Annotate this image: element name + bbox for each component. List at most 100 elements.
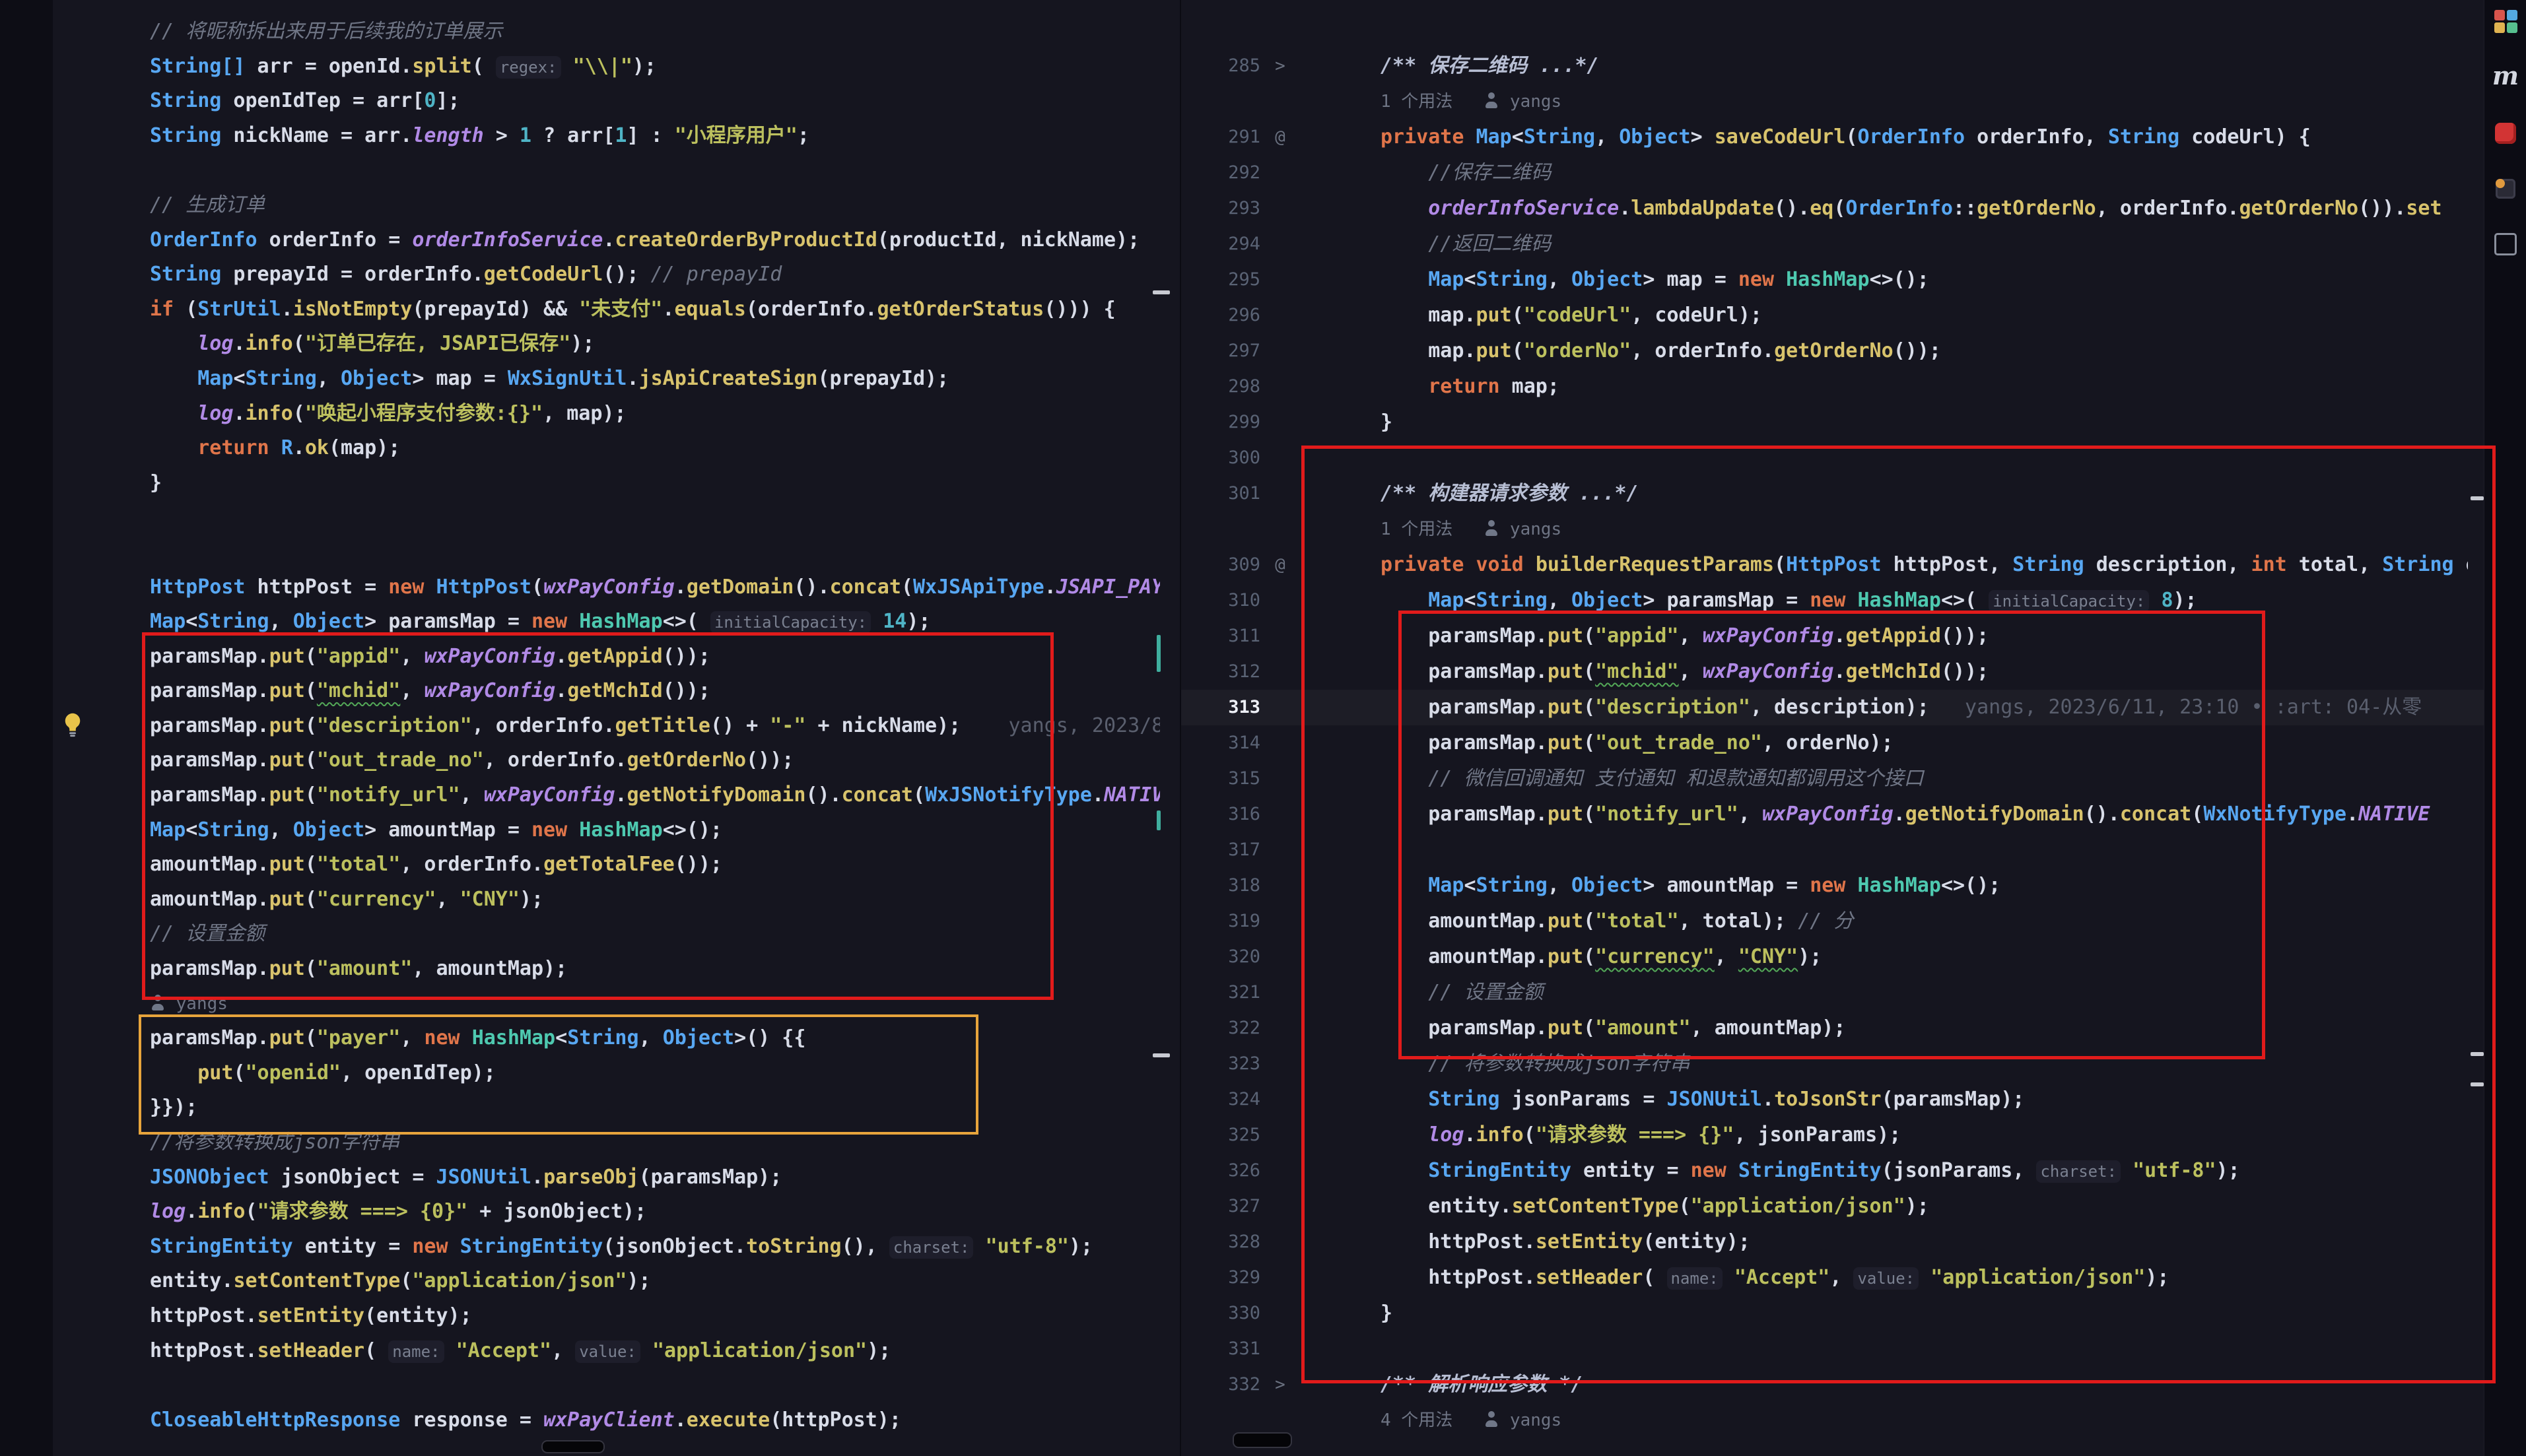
line-number[interactable]: 309 [1181,547,1260,583]
line-number[interactable]: 295 [1181,262,1260,298]
line-number[interactable]: 314 [1181,725,1260,761]
code-line[interactable]: 318 Map<String, Object> amountMap = new … [1181,868,2484,904]
code-line[interactable]: entity.setContentType("application/json"… [150,1264,1160,1299]
line-number[interactable]: 285 [1181,48,1260,84]
code-line[interactable] [150,535,1160,570]
code-line[interactable]: 331 [1181,1331,2484,1367]
code-line[interactable]: 294 //返回二维码 [1181,226,2484,262]
code-line[interactable]: 1 个用法 yangs [1181,84,2484,119]
line-number[interactable]: 331 [1181,1331,1260,1367]
code-line[interactable]: } [150,466,1160,501]
line-number[interactable]: 311 [1181,618,1260,654]
code-line[interactable]: httpPost.setEntity(entity); [150,1299,1160,1334]
code-line[interactable]: JSONObject jsonObject = JSONUtil.parseOb… [150,1160,1160,1195]
error-stripe-mark[interactable] [1153,290,1170,294]
code-line[interactable]: if (StrUtil.isNotEmpty(prepayId) && "未支付… [150,292,1160,327]
code-line[interactable]: 292 //保存二维码 [1181,155,2484,191]
line-number[interactable]: 312 [1181,654,1260,690]
code-line[interactable]: String prepayId = orderInfo.getCodeUrl()… [150,257,1160,292]
code-line[interactable]: paramsMap.put("amount", amountMap); [150,952,1160,987]
code-line[interactable]: CloseableHttpResponse response = wxPayCl… [150,1403,1160,1438]
code-line[interactable]: //将参数转换成json字符串 [150,1125,1160,1160]
code-line[interactable]: 321 // 设置金额 [1181,975,2484,1010]
code-line[interactable] [150,153,1160,188]
code-line[interactable] [150,1368,1160,1403]
code-line[interactable]: httpPost.setHeader( name: "Accept", valu… [150,1334,1160,1369]
code-line[interactable]: amountMap.put("currency", "CNY"); [150,882,1160,917]
code-line[interactable]: 301/** 构建器请求参数 ...*/ [1181,476,2484,512]
line-number[interactable]: 327 [1181,1189,1260,1224]
code-line[interactable]: 316 paramsMap.put("notify_url", wxPayCon… [1181,797,2484,832]
code-line[interactable]: 322 paramsMap.put("amount", amountMap); [1181,1010,2484,1046]
code-line[interactable]: paramsMap.put("description", orderInfo.g… [150,709,1160,744]
code-line[interactable]: 312 paramsMap.put("mchid", wxPayConfig.g… [1181,654,2484,690]
code-line[interactable]: String openIdTep = arr[0]; [150,84,1160,119]
code-line[interactable] [150,500,1160,535]
line-number[interactable]: 332 [1181,1367,1260,1403]
code-line[interactable]: Map<String, Object> amountMap = new Hash… [150,813,1160,848]
red-plugin-icon[interactable] [2494,121,2517,145]
code-line[interactable]: HttpPost httpPost = new HttpPost(wxPayCo… [150,570,1160,605]
code-line[interactable]: 329 httpPost.setHeader( name: "Accept", … [1181,1260,2484,1296]
fold-arrow-icon[interactable]: > [1260,48,1300,84]
pane-divider[interactable] [1180,0,1181,1456]
line-number[interactable]: 301 [1181,476,1260,512]
code-line[interactable]: 328 httpPost.setEntity(entity); [1181,1224,2484,1260]
code-line[interactable]: 324 String jsonParams = JSONUtil.toJsonS… [1181,1082,2484,1117]
code-line[interactable]: log.info("订单已存在, JSAPI已保存"); [150,327,1160,362]
code-line[interactable]: 313 paramsMap.put("description", descrip… [1181,690,2484,725]
error-stripe-mark[interactable] [2471,1052,2484,1056]
code-line[interactable]: 326 StringEntity entity = new StringEnti… [1181,1153,2484,1189]
intention-bulb-icon[interactable] [58,709,87,741]
line-number[interactable]: 291 [1181,119,1260,155]
left-editor-pane[interactable]: // 将昵称拆出来用于后续我的订单展示String[] arr = openId… [53,0,1180,1456]
code-line[interactable]: 319 amountMap.put("total", total); // 分 [1181,904,2484,939]
code-line[interactable]: 293 orderInfoService.lambdaUpdate().eq(O… [1181,191,2484,226]
code-line[interactable]: 291@private Map<String, Object> saveCode… [1181,119,2484,155]
code-line[interactable]: yangs [150,987,1160,1022]
line-number[interactable]: 293 [1181,191,1260,226]
code-line[interactable]: amountMap.put("total", orderInfo.getTota… [150,847,1160,882]
error-stripe-mark[interactable] [2471,1082,2484,1086]
code-line[interactable]: // 生成订单 [150,188,1160,223]
code-line[interactable]: 323 // 将参数转换成json字符串 [1181,1046,2484,1082]
code-line[interactable]: log.info("唤起小程序支付参数:{}", map); [150,397,1160,432]
code-line[interactable]: 299} [1181,405,2484,440]
code-line[interactable]: 325 log.info("请求参数 ===> {}", jsonParams)… [1181,1117,2484,1153]
code-line[interactable]: OrderInfo orderInfo = orderInfoService.c… [150,223,1160,258]
line-number[interactable]: 313 [1181,690,1260,725]
code-line[interactable]: 4 个用法 yangs [1181,1403,2484,1438]
code-line[interactable]: log.info("请求参数 ===> {0}" + jsonObject); [150,1195,1160,1230]
maven-icon[interactable]: m [2494,63,2517,87]
error-stripe-mark[interactable] [1157,635,1161,672]
annotation-marker-icon[interactable]: @ [1260,119,1300,155]
code-line[interactable]: StringEntity entity = new StringEntity(j… [150,1230,1160,1265]
code-line[interactable]: 310 Map<String, Object> paramsMap = new … [1181,583,2484,618]
code-line[interactable]: String[] arr = openId.split( regex: "\\|… [150,50,1160,84]
code-line[interactable]: 285>/** 保存二维码 ...*/ [1181,48,2484,84]
line-number[interactable]: 296 [1181,298,1260,333]
code-line[interactable]: paramsMap.put("mchid", wxPayConfig.getMc… [150,674,1160,709]
line-number[interactable]: 318 [1181,868,1260,904]
code-line[interactable]: 311 paramsMap.put("appid", wxPayConfig.g… [1181,618,2484,654]
line-number[interactable] [1181,84,1260,119]
code-line[interactable]: 332>/** 解析响应参数 */ [1181,1367,2484,1403]
line-number[interactable]: 330 [1181,1296,1260,1331]
line-number[interactable]: 294 [1181,226,1260,262]
code-line[interactable]: return R.ok(map); [150,431,1160,466]
line-number[interactable]: 316 [1181,797,1260,832]
colors-grid-icon[interactable] [2494,9,2517,33]
code-line[interactable]: // 将昵称拆出来用于后续我的订单展示 [150,15,1160,50]
line-number[interactable]: 326 [1181,1153,1260,1189]
line-number[interactable]: 292 [1181,155,1260,191]
line-number[interactable]: 299 [1181,405,1260,440]
line-number[interactable]: 298 [1181,369,1260,405]
code-line[interactable]: 314 paramsMap.put("out_trade_no", orderN… [1181,725,2484,761]
code-line[interactable]: paramsMap.put("appid", wxPayConfig.getAp… [150,640,1160,675]
line-number[interactable]: 321 [1181,975,1260,1010]
line-number[interactable]: 322 [1181,1010,1260,1046]
error-stripe-mark[interactable] [1157,811,1161,830]
code-line[interactable]: put("openid", openIdTep); [150,1056,1160,1091]
code-line[interactable]: 330} [1181,1296,2484,1331]
right-hscrollbar-thumb[interactable] [1233,1432,1292,1448]
